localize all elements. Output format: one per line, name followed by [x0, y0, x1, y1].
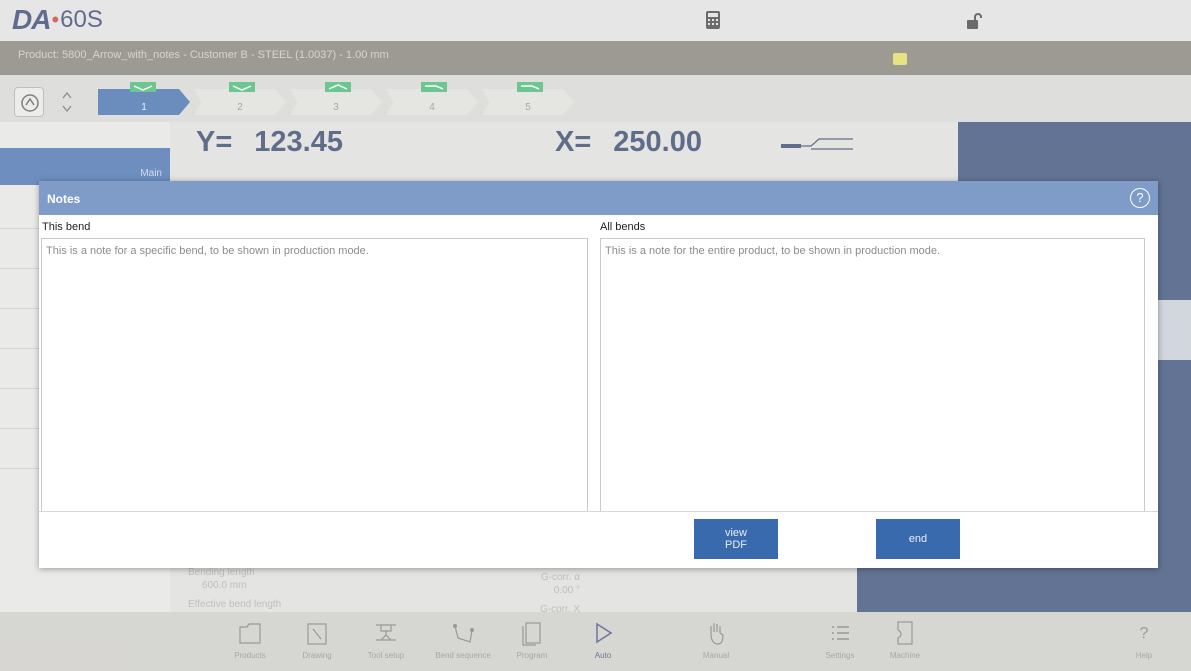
all-bends-label: All bends — [600, 221, 646, 233]
end-button[interactable]: end — [876, 519, 960, 559]
view-pdf-label-line2: PDF — [724, 539, 747, 551]
dialog-header: Notes ? — [39, 181, 1158, 215]
dialog-divider — [39, 511, 1158, 512]
view-pdf-label-line1: view — [724, 527, 747, 539]
view-pdf-button[interactable]: view PDF — [694, 519, 778, 559]
dialog-title: Notes — [47, 192, 81, 206]
this-bend-note-field[interactable]: This is a note for a specific bend, to b… — [41, 238, 588, 512]
notes-dialog: Notes ? This bend All bends This is a no… — [39, 181, 1158, 568]
help-icon[interactable]: ? — [1130, 188, 1150, 208]
all-bends-note-field[interactable]: This is a note for the entire product, t… — [600, 238, 1145, 512]
this-bend-label: This bend — [42, 221, 91, 233]
